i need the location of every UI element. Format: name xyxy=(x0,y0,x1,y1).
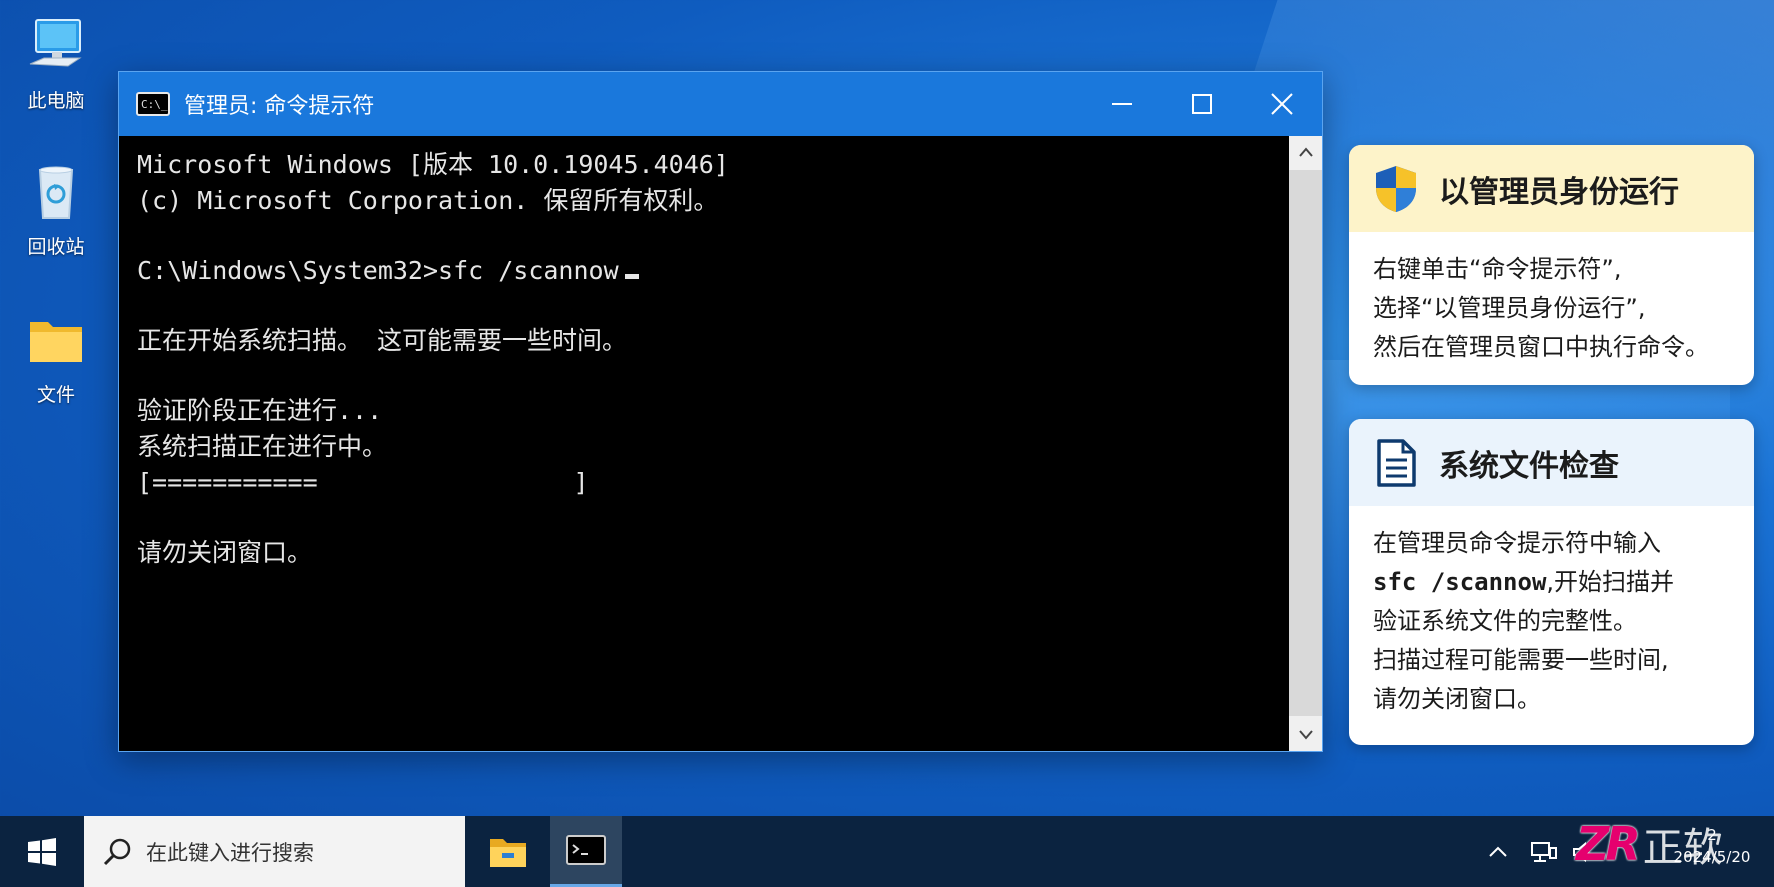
start-button[interactable] xyxy=(0,816,84,887)
console-output[interactable]: Microsoft Windows [版本 10.0.19045.4046] (… xyxy=(119,136,1289,751)
card-text-with-command: sfc /scannow,开始扫描并 xyxy=(1373,563,1734,602)
network-status-button[interactable] xyxy=(1524,816,1564,887)
minimize-button[interactable] xyxy=(1082,72,1162,136)
recycle-bin-icon xyxy=(38,166,74,219)
taskbar-command-prompt[interactable] xyxy=(550,816,622,887)
close-button[interactable] xyxy=(1242,72,1322,136)
card-text: 验证系统文件的完整性。 xyxy=(1373,607,1637,635)
desktop-icon-recycle-bin[interactable]: 回收站 xyxy=(14,160,98,259)
maximize-icon xyxy=(1192,94,1212,114)
computer-icon xyxy=(29,19,82,67)
card-header: 以管理员身份运行 xyxy=(1349,145,1754,232)
card-body: 在管理员命令提示符中输入 sfc /scannow,开始扫描并 验证系统文件的完… xyxy=(1349,506,1754,735)
command-prompt-icon xyxy=(566,835,606,865)
card-title: 以管理员身份运行 xyxy=(1439,174,1679,210)
command-prompt-window[interactable]: C:\_ 管理员: 命令提示符 Microsoft Windows [版本 10… xyxy=(118,71,1323,752)
console-line: 正在开始系统扫描。 这可能需要一些时间。 xyxy=(137,326,628,355)
uac-shield-icon xyxy=(1376,165,1416,212)
console-line: 请勿关闭窗口。 xyxy=(137,538,313,567)
search-icon xyxy=(103,838,131,865)
windows-logo-icon xyxy=(28,837,56,866)
minimize-icon xyxy=(1112,103,1132,105)
chevron-down-icon xyxy=(1298,730,1313,740)
card-body: 右键单击“命令提示符”, 选择“以管理员身份运行”, 然后在管理员窗口中执行命令… xyxy=(1349,232,1754,383)
taskbar: 在此键入进行搜索 2 2024/5/20 xyxy=(0,816,1774,887)
file-explorer-icon xyxy=(490,838,526,867)
console-line: Microsoft Windows [版本 10.0.19045.4046] xyxy=(137,150,729,179)
desktop-icon-this-pc[interactable]: 此电脑 xyxy=(14,14,98,113)
console-line: 验证阶段正在进行... xyxy=(137,396,383,425)
taskbar-file-explorer[interactable] xyxy=(472,816,544,887)
desktop-icon-label: 回收站 xyxy=(27,236,85,258)
desktop-icon-label: 文件 xyxy=(36,384,75,406)
close-icon xyxy=(1271,93,1293,115)
command-prompt-icon: C:\_ xyxy=(136,92,170,116)
card-title: 系统文件检查 xyxy=(1439,448,1619,484)
chevron-up-icon xyxy=(1489,846,1507,857)
info-card-run-as-admin: 以管理员身份运行 右键单击“命令提示符”, 选择“以管理员身份运行”, 然后在管… xyxy=(1349,145,1754,385)
watermark-text: 正软 xyxy=(1642,825,1723,871)
card-text: ,开始扫描并 xyxy=(1546,568,1675,596)
info-card-sfc: 系统文件检查 在管理员命令提示符中输入 sfc /scannow,开始扫描并 验… xyxy=(1349,419,1754,745)
scrollbar-thumb[interactable] xyxy=(1289,170,1322,716)
vertical-scrollbar[interactable] xyxy=(1289,136,1322,751)
search-placeholder: 在此键入进行搜索 xyxy=(146,840,314,865)
chevron-up-icon xyxy=(1298,147,1313,157)
window-title: 管理员: 命令提示符 xyxy=(184,94,375,119)
card-text: 然后在管理员窗口中执行命令。 xyxy=(1373,333,1709,361)
console-line: 系统扫描正在进行中。 xyxy=(137,432,388,461)
taskbar-search-box[interactable]: 在此键入进行搜索 xyxy=(84,816,465,887)
card-text: 选择“以管理员身份运行”, xyxy=(1373,294,1646,322)
card-text: 右键单击“命令提示符”, xyxy=(1373,255,1622,283)
window-titlebar[interactable]: C:\_ 管理员: 命令提示符 xyxy=(119,72,1322,136)
show-hidden-icons-button[interactable] xyxy=(1480,816,1516,887)
site-watermark: ZR 正软 xyxy=(1576,812,1723,876)
text-cursor xyxy=(624,274,639,279)
card-text: 在管理员命令提示符中输入 xyxy=(1373,529,1661,557)
console-progress-bar: [=========== ] xyxy=(137,468,589,497)
card-text: 请勿关闭窗口。 xyxy=(1373,685,1541,713)
desktop-icon-folder[interactable]: 文件 xyxy=(14,308,98,407)
console-command-line: C:\Windows\System32>sfc /scannow xyxy=(137,254,639,288)
card-text: 扫描过程可能需要一些时间, xyxy=(1373,646,1669,674)
watermark-logo: ZR xyxy=(1576,817,1641,871)
card-header: 系统文件检查 xyxy=(1349,419,1754,506)
command-text: sfc /scannow xyxy=(1373,568,1547,596)
maximize-button[interactable] xyxy=(1162,72,1242,136)
scroll-up-button[interactable] xyxy=(1289,136,1322,168)
document-icon xyxy=(1377,438,1416,487)
console-line: C:\Windows\System32>sfc /scannow xyxy=(137,256,619,285)
desktop-icon-label: 此电脑 xyxy=(27,90,85,112)
folder-icon xyxy=(30,322,82,362)
network-icon xyxy=(1531,841,1557,862)
scroll-down-button[interactable] xyxy=(1289,719,1322,751)
console-line: (c) Microsoft Corporation. 保留所有权利。 xyxy=(137,186,719,215)
